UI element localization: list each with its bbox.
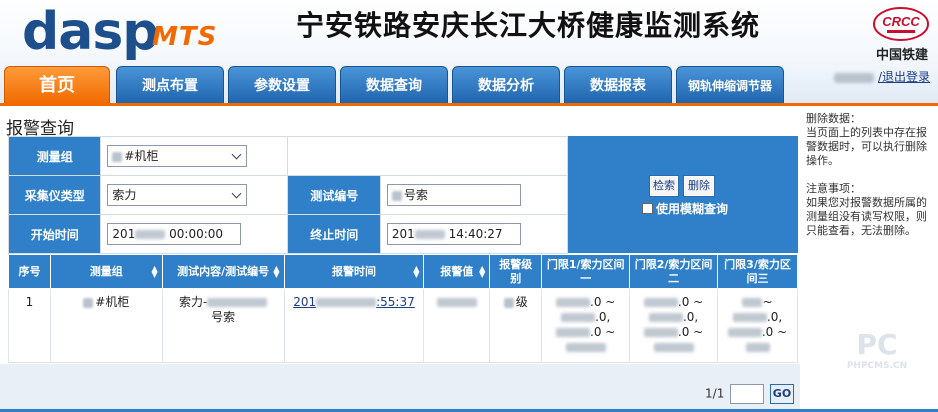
cell-group: #机柜 xyxy=(49,288,163,363)
crcc-logo-letters: CRCC xyxy=(882,14,920,29)
cell-value xyxy=(423,288,491,363)
watermark-logo: PC PHPCMS.CN xyxy=(846,328,908,371)
cell-index: 1 xyxy=(8,288,51,363)
pager: 1/1 GO xyxy=(705,384,794,404)
test-no-input[interactable]: 号索 xyxy=(386,184,521,206)
cell-threshold1: .0 ~ .0, .0 ~ xyxy=(541,288,631,363)
page-number-input[interactable] xyxy=(730,384,765,404)
sort-icon: ▲ ▼ xyxy=(479,264,486,279)
end-time-input[interactable]: 201 14:40:27 xyxy=(386,223,521,245)
tab-home[interactable]: 首页 xyxy=(4,66,110,104)
col-header-threshold1[interactable]: 门限1/索力区间一 xyxy=(541,254,631,289)
header-divider xyxy=(0,103,938,106)
go-button[interactable]: GO xyxy=(770,384,794,404)
measure-group-select[interactable]: #机柜 xyxy=(107,145,248,167)
logout-link[interactable]: /退出登录 xyxy=(878,70,930,84)
search-actions-panel: 检索 删除 使用模糊查询 xyxy=(568,136,798,253)
app-header: dasp MTS 宁安铁路安庆长江大桥健康监测系统 CRCC 中国铁建 /退出登… xyxy=(0,0,938,104)
tab-data-analysis[interactable]: 数据分析 xyxy=(452,66,560,104)
col-header-content[interactable]: 测试内容/测试编号 ▲ ▼ xyxy=(161,254,285,289)
page-indicator: 1/1 xyxy=(705,386,725,401)
system-title: 宁安铁路安庆长江大桥健康监测系统 xyxy=(296,9,761,42)
col-header-group[interactable]: 测量组 ▲ ▼ xyxy=(49,254,163,289)
fuzzy-query-checkbox[interactable] xyxy=(642,203,653,214)
col-header-time[interactable]: 报警时间 ▲ ▼ xyxy=(283,254,425,289)
delete-note-title: 删除数据： xyxy=(806,112,861,125)
fuzzy-query-option: 使用模糊查询 xyxy=(642,200,728,217)
delete-note-text: 当页面上的列表中存在报警数据时，可以执行删除操作。 xyxy=(806,126,927,167)
alarm-table: 序号 测量组 ▲ ▼ 测试内容/测试编号 ▲ ▼ 报警时间 ▲ ▼ 报警值 ▲ ▼ 报警级别 门… xyxy=(8,254,798,363)
col-header-index[interactable]: 序号 xyxy=(8,254,51,289)
sort-icon: ▲ ▼ xyxy=(273,264,280,279)
collector-type-select[interactable]: 索力 xyxy=(107,184,248,206)
mts-logo: MTS xyxy=(152,22,218,52)
col-header-level[interactable]: 报警级别 xyxy=(489,254,543,289)
query-form: 测量组 #机柜 采集仪类型 索力 测试编号 号索 开始时间 201 00:00:… xyxy=(7,136,569,254)
cell-threshold2: .0 ~ .0, .0 ~ xyxy=(629,288,719,363)
user-area: /退出登录 xyxy=(834,68,930,85)
cell-content: 索力- 号索 xyxy=(161,288,285,363)
col-header-value[interactable]: 报警值 ▲ ▼ xyxy=(423,254,491,289)
cell-time: 201:55:37 xyxy=(283,288,425,363)
cell-threshold3: ~ .0, .0 ~ xyxy=(717,288,798,363)
attention-note-title: 注意事项： xyxy=(806,182,861,195)
crcc-logo-icon: CRCC xyxy=(873,7,929,41)
attention-note-text: 如果您对报警数据所属的测量组没有读写权限，则只能查看，无法删除。 xyxy=(806,196,927,237)
tab-measure-layout[interactable]: 测点布置 xyxy=(116,66,224,104)
dasp-logo: dasp xyxy=(22,2,159,62)
help-notes: 删除数据： 当页面上的列表中存在报警数据时，可以执行删除操作。 注意事项： 如果您对… xyxy=(806,112,934,252)
table-header-row: 序号 测量组 ▲ ▼ 测试内容/测试编号 ▲ ▼ 报警时间 ▲ ▼ 报警值 ▲ ▼ 报警级别 门… xyxy=(8,254,798,289)
start-time-input[interactable]: 201 00:00:00 xyxy=(107,223,242,245)
table-footer: 1/1 GO xyxy=(0,364,800,410)
test-no-label: 测试编号 xyxy=(287,175,381,215)
col-header-threshold2[interactable]: 门限2/索力区间二 xyxy=(629,254,719,289)
brand-text: 中国铁建 xyxy=(875,48,928,63)
collector-type-label: 采集仪类型 xyxy=(7,175,102,215)
tab-data-report[interactable]: 数据报表 xyxy=(564,66,672,104)
tab-data-query[interactable]: 数据查询 xyxy=(340,66,448,104)
cell-level: 级 xyxy=(489,288,543,363)
fuzzy-query-label: 使用模糊查询 xyxy=(656,202,729,216)
user-name-blurred xyxy=(834,72,875,83)
sort-icon: ▲ ▼ xyxy=(151,264,158,279)
table-row: 1 #机柜 索力- 号索 201:55:37 级 .0 ~ .0, .0 ~ .0… xyxy=(8,288,798,363)
start-time-label: 开始时间 xyxy=(7,214,102,254)
measure-group-label: 测量组 xyxy=(7,136,102,176)
sort-icon: ▲ ▼ xyxy=(413,264,420,279)
end-time-label: 终止时间 xyxy=(287,214,381,254)
alarm-time-link[interactable]: 201:55:37 xyxy=(293,295,415,309)
col-header-threshold3[interactable]: 门限3/索力区间三 xyxy=(717,254,798,289)
search-button[interactable]: 检索 xyxy=(650,176,678,196)
tab-rail-adjuster[interactable]: 钢轨伸缩调节器 xyxy=(676,66,784,104)
delete-button[interactable]: 删除 xyxy=(684,176,714,196)
tab-param-settings[interactable]: 参数设置 xyxy=(228,66,336,104)
